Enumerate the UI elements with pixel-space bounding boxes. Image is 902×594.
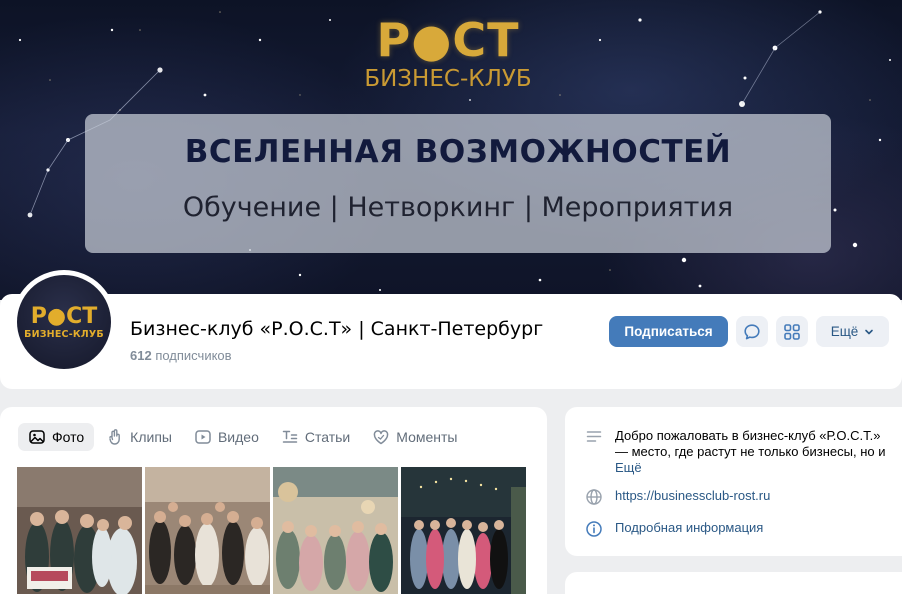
tab-moments[interactable]: Моменты — [362, 423, 467, 451]
details-link[interactable]: Подробная информация — [615, 520, 763, 538]
apps-button[interactable] — [776, 316, 808, 347]
info-description: Добро пожаловать в бизнес-клуб «Р.О.С.Т.… — [585, 428, 897, 476]
avatar-logo-sub: БИЗНЕС-КЛУБ — [24, 328, 104, 340]
photo-thumbnail[interactable] — [17, 467, 142, 594]
cover-logo-main: Р●СТ — [376, 13, 520, 67]
cover-image: Р●СТ БИЗНЕС-КЛУБ ВСЕЛЕННАЯ ВОЗМОЖНОСТЕЙ … — [0, 0, 902, 300]
chevron-down-icon — [865, 329, 874, 334]
group-photo-3 — [273, 467, 398, 594]
chat-bubble-icon — [744, 323, 760, 339]
subscribers-label: подписчиков — [151, 348, 232, 363]
tab-photos-label: Фото — [52, 429, 85, 445]
photo-thumbnail[interactable] — [145, 467, 270, 594]
moments-icon — [373, 430, 389, 445]
group-photo-4 — [401, 467, 526, 594]
photo-thumbnail[interactable] — [273, 467, 398, 594]
group-photo-2 — [145, 467, 270, 594]
clips-icon — [109, 429, 121, 445]
subscribers-count[interactable]: 612 подписчиков — [130, 348, 232, 363]
info-website: https://businessclub-rost.ru — [585, 488, 770, 506]
info-details: Подробная информация — [585, 520, 763, 538]
more-button[interactable]: Ещё — [816, 316, 889, 347]
photo-icon — [29, 430, 45, 444]
articles-icon — [282, 430, 298, 443]
avatar-logo-main: Р●СТ — [30, 303, 98, 329]
group-photo-1 — [17, 467, 142, 594]
banner-subtitle: Обучение | Нетворкинг | Мероприятия — [182, 192, 734, 223]
photo-thumbnail[interactable] — [401, 467, 526, 594]
cover-logo: Р●СТ БИЗНЕС-КЛУБ — [348, 12, 548, 92]
grid-icon — [784, 323, 800, 340]
tab-video-label: Видео — [217, 429, 259, 445]
tab-video[interactable]: Видео — [184, 423, 269, 451]
avatar[interactable]: Р●СТ БИЗНЕС-КЛУБ — [12, 270, 116, 374]
tab-articles[interactable]: Статьи — [271, 423, 360, 451]
cover-banner: ВСЕЛЕННАЯ ВОЗМОЖНОСТЕЙ Обучение | Нетвор… — [85, 114, 831, 253]
video-icon — [195, 430, 211, 444]
info-icon — [586, 521, 602, 537]
text-lines-icon — [586, 431, 602, 442]
more-button-label: Ещё — [830, 324, 859, 339]
cover-logo-sub: БИЗНЕС-КЛУБ — [364, 66, 532, 92]
tab-photos[interactable]: Фото — [18, 423, 95, 451]
tab-articles-label: Статьи — [304, 429, 351, 445]
globe-icon — [586, 489, 602, 505]
description-block: Добро пожаловать в бизнес-клуб «Р.О.С.Т.… — [615, 428, 897, 476]
message-button[interactable] — [736, 316, 768, 347]
banner-title: ВСЕЛЕННАЯ ВОЗМОЖНОСТЕЙ — [184, 134, 732, 170]
website-link[interactable]: https://businessclub-rost.ru — [615, 488, 770, 506]
next-card — [565, 572, 902, 594]
media-tabs: Фото Клипы Видео Статьи Моменты — [18, 423, 469, 451]
description-text: Добро пожаловать в бизнес-клуб «Р.О.С.Т.… — [615, 428, 886, 459]
tab-clips-label: Клипы — [130, 429, 172, 445]
photo-grid — [17, 467, 526, 594]
group-name: Бизнес-клуб «Р.О.С.Т» | Санкт-Петербург — [130, 318, 544, 340]
tab-clips[interactable]: Клипы — [96, 423, 182, 451]
tab-moments-label: Моменты — [396, 429, 458, 445]
subscribe-button[interactable]: Подписаться — [609, 316, 728, 347]
description-more-link[interactable]: Ещё — [615, 460, 642, 475]
avatar-logo: Р●СТ БИЗНЕС-КЛУБ — [17, 275, 111, 369]
subscribers-number: 612 — [130, 348, 152, 363]
